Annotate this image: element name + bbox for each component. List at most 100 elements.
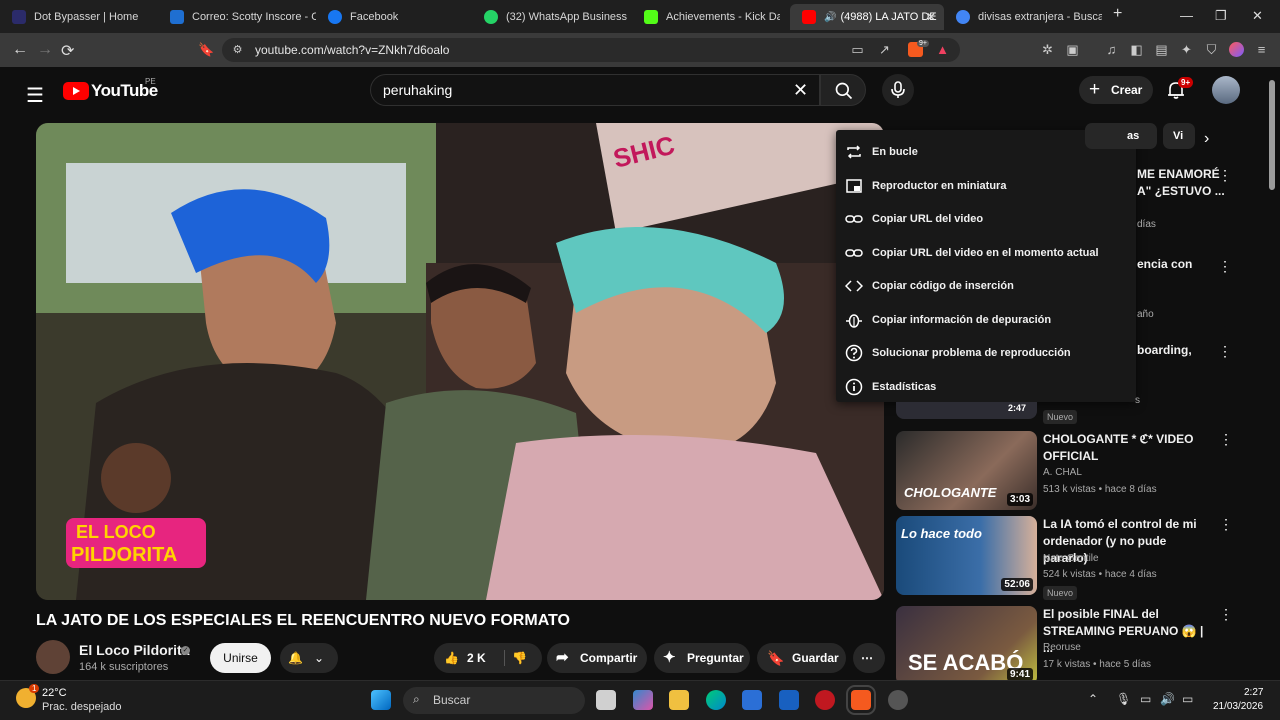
menu-item-copy-debug[interactable]: Copiar información de depuración bbox=[836, 303, 1136, 336]
browser-tab-active[interactable]: 🔊 (4988) LA JATO DE ✕ bbox=[790, 4, 944, 30]
menu-item-troubleshoot[interactable]: Solucionar problema de reproducción bbox=[836, 336, 1136, 369]
menu-item-copy-embed[interactable]: Copiar código de inserción bbox=[836, 269, 1136, 302]
volume-icon[interactable]: 🔊 bbox=[1160, 692, 1175, 706]
forward-icon[interactable]: → bbox=[37, 41, 53, 59]
copilot-icon[interactable] bbox=[633, 690, 653, 710]
more-options-icon[interactable]: ⋮ bbox=[1218, 258, 1232, 275]
network-icon[interactable]: ▭ bbox=[1140, 692, 1151, 706]
partial-rec-title[interactable]: boarding, bbox=[1137, 342, 1192, 359]
more-options-icon[interactable]: ⋮ bbox=[1219, 431, 1233, 448]
menu-item-miniplayer[interactable]: Reproductor en miniatura bbox=[836, 169, 1136, 202]
search-input[interactable]: peruhaking bbox=[370, 74, 820, 106]
cast-icon[interactable]: ▭ bbox=[850, 42, 865, 57]
site-info-icon[interactable]: ⚙ bbox=[230, 43, 245, 58]
filter-chip[interactable]: as bbox=[1085, 123, 1157, 149]
clock-date[interactable]: 21/03/2026 bbox=[1213, 701, 1263, 712]
video-player[interactable]: EL LOCO PILDORITA SHIC bbox=[36, 123, 884, 600]
like-button[interactable]: 👍 2 K 👎 bbox=[434, 643, 542, 673]
profile-icon[interactable] bbox=[1229, 42, 1244, 57]
browser-tab[interactable]: (32) WhatsApp Business bbox=[472, 4, 630, 30]
menu-item-stats[interactable]: Estadísticas bbox=[836, 370, 1136, 403]
create-button[interactable]: + Crear bbox=[1079, 76, 1153, 104]
youtube-logo[interactable]: YouTube bbox=[63, 81, 158, 101]
more-options-icon[interactable]: ⋮ bbox=[1219, 606, 1233, 623]
filter-chip[interactable]: Vi bbox=[1163, 123, 1195, 149]
join-button[interactable]: Unirse bbox=[210, 643, 271, 673]
restore-icon[interactable]: ❐ bbox=[1215, 8, 1227, 24]
brave-icon[interactable] bbox=[846, 685, 876, 715]
minimize-icon[interactable]: — bbox=[1180, 8, 1193, 23]
page-scrollbar[interactable] bbox=[1269, 80, 1275, 660]
channel-name[interactable]: A. CHAL bbox=[1043, 467, 1082, 478]
video-title[interactable]: CHOLOGANTE * ℭ* VIDEO OFFICIAL bbox=[1043, 431, 1213, 465]
bookmark-icon[interactable]: 🔖 bbox=[198, 42, 214, 58]
partial-rec-title[interactable]: ME ENAMORÉ bbox=[1137, 166, 1220, 183]
bell-icon: 🔔 bbox=[288, 651, 303, 665]
browser-tab[interactable]: divisas extranjera - Buscar bbox=[944, 4, 1102, 30]
menu-item-copy-url[interactable]: Copiar URL del video bbox=[836, 202, 1136, 235]
sidebar-icon[interactable]: ◧ bbox=[1129, 42, 1144, 57]
share-button[interactable]: ➦ Compartir bbox=[547, 643, 647, 673]
browser-menu-icon[interactable]: ≡ bbox=[1254, 42, 1269, 57]
new-tab-icon[interactable]: + bbox=[1113, 5, 1122, 23]
channel-name[interactable]: Nate Gentile bbox=[1043, 553, 1099, 564]
partial-rec-title[interactable]: encia con bbox=[1137, 256, 1192, 273]
vpn-icon[interactable]: ⛉ bbox=[1204, 42, 1219, 57]
task-view-icon[interactable] bbox=[596, 690, 616, 710]
app-icon[interactable] bbox=[815, 690, 835, 710]
browser-tab[interactable]: Facebook bbox=[316, 4, 474, 30]
back-icon[interactable]: ← bbox=[12, 41, 28, 59]
video-thumbnail[interactable]: CHOLOGANTE 3:03 bbox=[896, 431, 1037, 510]
windows-start-icon[interactable] bbox=[371, 690, 391, 710]
hamburger-menu-icon[interactable]: ☰ bbox=[26, 83, 44, 108]
chevron-up-icon[interactable]: ⌃ bbox=[1088, 692, 1098, 706]
close-tab-icon[interactable]: ✕ bbox=[926, 10, 936, 24]
subscription-notifications-button[interactable]: 🔔 ⌄ bbox=[280, 643, 338, 673]
screenshot-icon[interactable]: ▣ bbox=[1065, 42, 1080, 57]
store-icon[interactable] bbox=[742, 690, 762, 710]
extensions-icon[interactable]: ✲ bbox=[1040, 42, 1055, 57]
menu-item-copy-url-time[interactable]: Copiar URL del video en el momento actua… bbox=[836, 236, 1136, 269]
url-text[interactable]: youtube.com/watch?v=ZNkh7d6oalo bbox=[255, 43, 449, 57]
share-page-icon[interactable]: ↗ bbox=[877, 42, 892, 57]
partial-rec-title[interactable]: A" ¿ESTUVO ... bbox=[1137, 183, 1225, 200]
more-options-icon[interactable]: ⋮ bbox=[1219, 516, 1233, 533]
chevron-right-icon[interactable]: › bbox=[1204, 130, 1209, 148]
taskbar-search[interactable]: Buscar bbox=[403, 687, 585, 714]
microphone-icon[interactable]: 🎙 bbox=[1116, 692, 1131, 706]
weather-temperature[interactable]: 22°C bbox=[42, 687, 67, 699]
file-explorer-icon[interactable] bbox=[669, 690, 689, 710]
clock-time[interactable]: 2:27 bbox=[1244, 687, 1263, 698]
search-button[interactable] bbox=[820, 74, 866, 106]
scrollbar-thumb[interactable] bbox=[1269, 80, 1275, 190]
whatsapp-icon bbox=[484, 10, 498, 24]
outlook-icon[interactable] bbox=[779, 690, 799, 710]
app-icon[interactable] bbox=[888, 690, 908, 710]
voice-search-button[interactable] bbox=[882, 74, 914, 106]
clear-search-icon[interactable]: ✕ bbox=[793, 80, 808, 101]
ask-button[interactable]: ✦ Preguntar bbox=[654, 643, 750, 673]
close-window-icon[interactable]: ✕ bbox=[1252, 8, 1263, 24]
weather-description[interactable]: Prac. despejado bbox=[42, 701, 122, 713]
channel-name[interactable]: El Loco Pildorita bbox=[79, 642, 189, 658]
wallet-icon[interactable]: ▤ bbox=[1154, 42, 1169, 57]
reload-icon[interactable]: ⟳ bbox=[61, 41, 74, 61]
channel-name[interactable]: Reoruse bbox=[1043, 642, 1081, 653]
browser-tab[interactable]: Dot Bypasser | Home bbox=[0, 4, 163, 30]
thumbs-down-icon[interactable]: 👎 bbox=[512, 643, 527, 673]
battery-icon[interactable]: ▭ bbox=[1182, 692, 1193, 706]
browser-tab[interactable]: Achievements - Kick Dash bbox=[632, 4, 780, 30]
more-actions-button[interactable]: ⋯ bbox=[853, 643, 885, 673]
video-thumbnail[interactable]: Lo hace todo 52:06 bbox=[896, 516, 1037, 595]
edge-icon[interactable] bbox=[706, 690, 726, 710]
media-icon[interactable]: ♫ bbox=[1104, 42, 1119, 57]
browser-tab[interactable]: Correo: Scotty Inscore - O bbox=[158, 4, 316, 30]
channel-avatar[interactable] bbox=[36, 640, 70, 674]
save-button[interactable]: 🔖 Guardar bbox=[757, 643, 846, 673]
video-thumbnail[interactable]: SE ACABÓ 9:41 bbox=[896, 606, 1037, 685]
account-avatar[interactable] bbox=[1212, 76, 1240, 104]
leo-ai-icon[interactable]: ✦ bbox=[1179, 42, 1194, 57]
brave-rewards-icon[interactable]: ▲ bbox=[935, 42, 950, 57]
more-options-icon[interactable]: ⋮ bbox=[1218, 167, 1232, 184]
more-options-icon[interactable]: ⋮ bbox=[1218, 343, 1232, 360]
